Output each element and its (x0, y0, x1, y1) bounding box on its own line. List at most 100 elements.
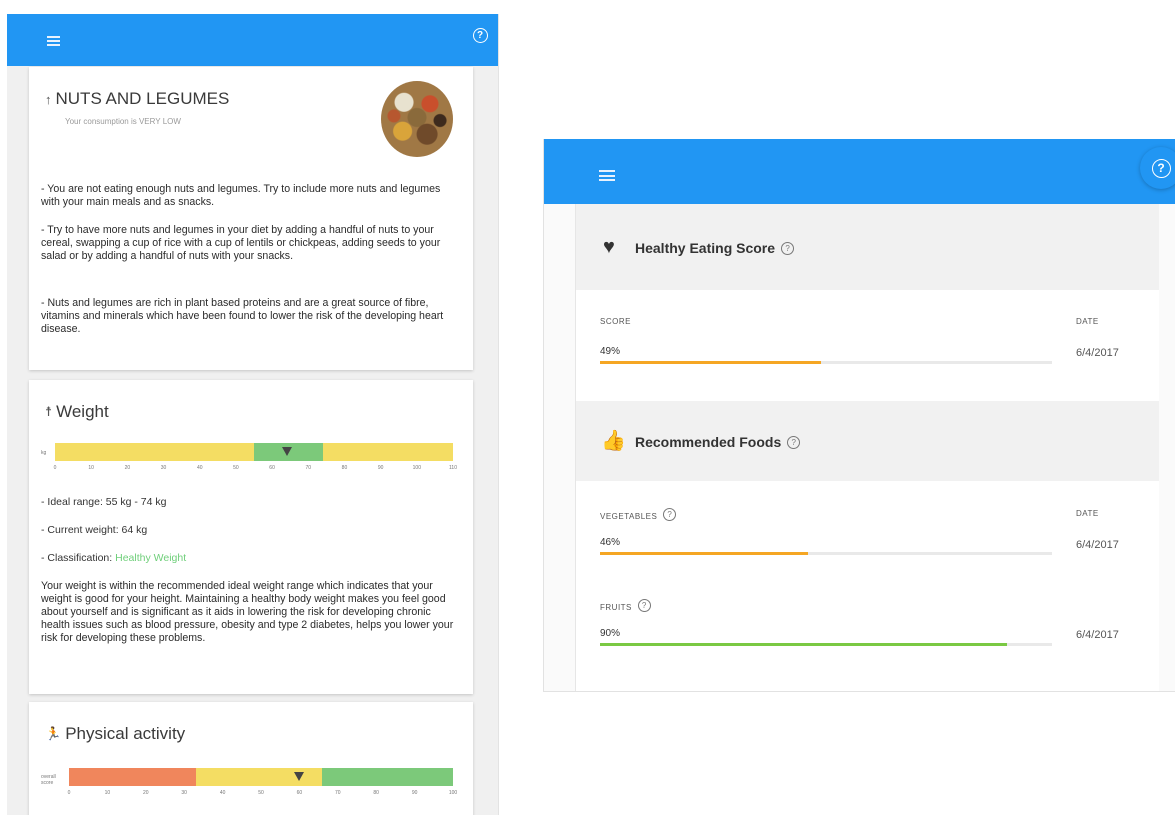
nuts-paragraph-3: - Nuts and legumes are rich in plant bas… (41, 297, 444, 335)
arrow-up-icon: ↑ (45, 91, 52, 107)
vegetables-label: VEGETABLES? (600, 508, 677, 521)
classification-line: - Classification: Healthy Weight (41, 552, 186, 564)
running-person-icon: 🏃 (45, 726, 62, 741)
recommended-foods-header: 👍 Recommended Foods? (576, 401, 1159, 481)
activity-tick-label: 50 (258, 790, 264, 796)
menu-icon[interactable] (47, 36, 60, 46)
activity-scale-bar (69, 768, 453, 786)
fruits-label-text: FRUITS (600, 603, 632, 612)
help-button[interactable]: ? (1140, 147, 1175, 189)
nuts-paragraph-2: - Try to have more nuts and legumes in y… (41, 224, 441, 262)
help-icon: ? (1151, 158, 1171, 178)
help-icon: ? (472, 27, 488, 43)
menu-icon[interactable] (599, 170, 615, 181)
ideal-range-line: - Ideal range: 55 kg - 74 kg (41, 496, 167, 508)
activity-card-title: 🏃 Physical activity (45, 724, 185, 744)
top-app-bar: ? (7, 14, 498, 66)
activity-tick-label: 20 (143, 790, 149, 796)
activity-tick-label: 80 (373, 790, 379, 796)
nuts-paragraph-1: - You are not eating enough nuts and leg… (41, 183, 441, 208)
fruits-date: 6/4/2017 (1076, 629, 1119, 641)
weight-description: Your weight is within the recommended id… (41, 580, 454, 644)
left-phone-screen: ? ↑ NUTS AND LEGUMES Your consumption is… (7, 14, 499, 815)
help-circle-icon[interactable]: ? (781, 242, 795, 255)
activity-title-text: Physical activity (65, 724, 186, 743)
vegetables-date: 6/4/2017 (1076, 539, 1119, 551)
classification-prefix: - Classification: (41, 552, 116, 564)
activity-segment-high (322, 768, 453, 786)
fruits-progress-track (600, 643, 1052, 646)
thumbs-up-icon: 👍 (601, 430, 626, 452)
activity-current-marker (294, 772, 305, 781)
activity-scale-ticks: 0 10 20 30 40 50 60 70 80 90 100 (67, 790, 458, 798)
score-progress-track (600, 361, 1052, 364)
nuts-card-title: ↑ NUTS AND LEGUMES (45, 89, 229, 109)
fruits-value: 90% (600, 628, 621, 639)
weight-tick-label: 0 (53, 465, 57, 471)
vegetables-value: 46% (600, 537, 621, 548)
activity-tick-label: 70 (335, 790, 341, 796)
weight-segment-below (55, 443, 254, 461)
activity-tick-label: 60 (296, 790, 303, 796)
score-date: 6/4/2017 (1076, 347, 1119, 359)
weight-tick-label: 80 (341, 465, 348, 471)
nuts-title-text: NUTS AND LEGUMES (55, 89, 230, 108)
activity-tick-label: 40 (219, 790, 226, 796)
weight-tick-label: 10 (88, 465, 94, 471)
activity-tick-label: 10 (104, 790, 111, 796)
healthy-eating-title-text: Healthy Eating Score (635, 240, 776, 256)
activity-tick-label: 0 (67, 790, 71, 796)
weight-current-marker (281, 447, 292, 456)
weight-tick-label: 50 (233, 465, 239, 471)
weight-tick-label: 70 (305, 465, 312, 471)
vegetables-label-text: VEGETABLES (600, 512, 658, 521)
scores-panel: ♥ Healthy Eating Score? SCORE DATE 49% 6… (575, 204, 1159, 691)
weight-tick-label: 100 (412, 465, 421, 471)
score-progress-fill (600, 361, 822, 364)
help-circle-icon[interactable]: ? (637, 599, 651, 612)
weight-tick-label: 90 (377, 465, 384, 471)
vegetables-progress-fill (600, 552, 808, 555)
nuts-legumes-image (381, 81, 453, 157)
top-app-bar: ? (544, 139, 1175, 204)
weight-scale-label: kg (41, 450, 47, 456)
help-button[interactable]: ? (468, 23, 492, 47)
score-column-label: SCORE (600, 317, 631, 326)
date-column-label: DATE (1076, 317, 1099, 326)
weight-title-text: Weight (56, 402, 109, 421)
weight-tick-label: 20 (124, 465, 131, 471)
weight-tick-label: 30 (160, 465, 167, 471)
classification-value: Healthy Weight (115, 552, 187, 564)
weight-scale-bar (55, 443, 453, 461)
weight-card: ☨ Weight kg 0 10 20 30 40 50 60 70 80 90 100 110 - … (29, 380, 473, 694)
weight-tick-label: 40 (196, 465, 203, 471)
heart-icon: ♥ (603, 236, 615, 258)
help-circle-icon[interactable]: ? (787, 436, 801, 449)
person-icon: ☨ (45, 404, 53, 419)
recommended-foods-title: Recommended Foods? (635, 434, 801, 450)
vegetables-date-label: DATE (1076, 509, 1099, 518)
score-value: 49% (600, 346, 621, 357)
recommended-foods-title-text: Recommended Foods (635, 434, 782, 450)
activity-tick-label: 90 (411, 790, 418, 796)
activity-tick-label: 100 (448, 790, 458, 796)
consumption-level: Your consumption is VERY LOW (65, 117, 181, 126)
activity-scale-label: overall score (41, 774, 56, 786)
weight-card-title: ☨ Weight (45, 402, 109, 422)
help-circle-icon[interactable]: ? (663, 508, 677, 521)
weight-tick-label: 110 (449, 465, 457, 471)
vegetables-progress-track (600, 552, 1052, 555)
weight-segment-above (322, 443, 453, 461)
right-phone-screen: ? ♥ Healthy Eating Score? SCORE DATE 49%… (543, 139, 1175, 692)
fruits-progress-fill (600, 643, 1007, 646)
nuts-legumes-card: ↑ NUTS AND LEGUMES Your consumption is V… (29, 67, 473, 370)
activity-tick-label: 30 (181, 790, 187, 796)
healthy-eating-title: Healthy Eating Score? (635, 240, 795, 256)
fruits-label: FRUITS? (600, 599, 651, 612)
current-weight-line: - Current weight: 64 kg (41, 524, 148, 536)
physical-activity-card: 🏃 Physical activity overall score 0 10 20 3… (29, 702, 473, 815)
activity-segment-low (69, 768, 196, 786)
weight-scale-ticks: 0 10 20 30 40 50 60 70 80 90 100 110 (53, 465, 457, 473)
weight-tick-label: 60 (269, 465, 275, 471)
healthy-eating-header: ♥ Healthy Eating Score? (576, 204, 1159, 290)
